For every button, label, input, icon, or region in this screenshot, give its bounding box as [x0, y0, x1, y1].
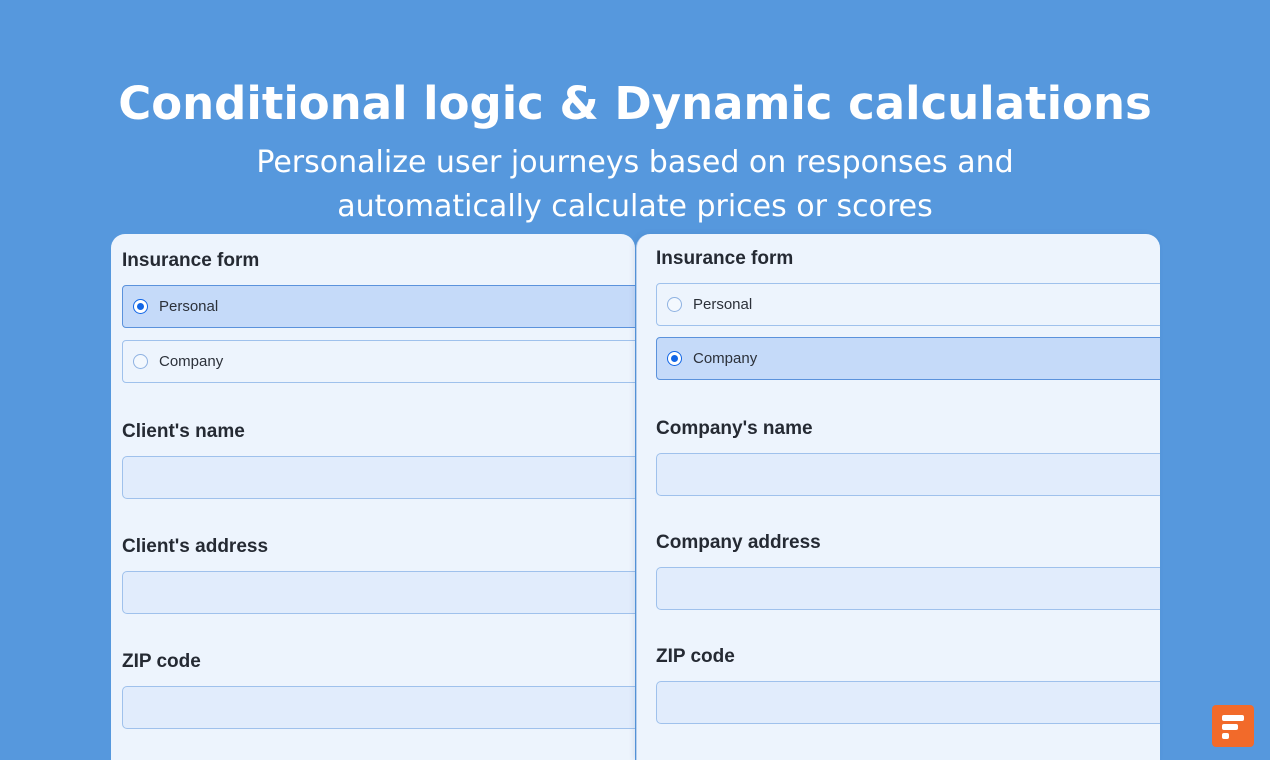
page-subheadline: Personalize user journeys based on respo…	[0, 141, 1270, 229]
radio-option-label: Company	[693, 350, 758, 367]
field-label-client-address: Client's address	[122, 536, 269, 557]
radio-option-personal[interactable]: Personal	[122, 285, 635, 328]
field-label-company-address: Company address	[656, 532, 821, 553]
field-label-company-name: Company's name	[656, 418, 813, 439]
radio-option-company[interactable]: Company	[656, 337, 1160, 380]
page-headline: Conditional logic & Dynamic calculations	[118, 77, 1152, 130]
form-title: Insurance form	[656, 248, 794, 269]
company-insurance-form-card: Insurance form Personal Company Company'…	[636, 234, 1160, 760]
company-name-input[interactable]	[656, 453, 1160, 496]
formaloo-logo-icon	[1212, 705, 1254, 747]
company-address-input[interactable]	[656, 567, 1160, 610]
field-label-zip-code: ZIP code	[122, 651, 201, 672]
radio-option-label: Personal	[159, 298, 219, 315]
zip-code-input[interactable]	[122, 686, 635, 729]
radio-option-personal[interactable]: Personal	[656, 283, 1160, 326]
radio-selected-icon[interactable]	[133, 299, 148, 314]
client-address-input[interactable]	[122, 571, 635, 614]
client-name-input[interactable]	[122, 456, 635, 499]
form-title: Insurance form	[122, 250, 260, 271]
radio-selected-icon[interactable]	[667, 351, 682, 366]
field-label-client-name: Client's name	[122, 421, 245, 442]
subheadline-line-2: automatically calculate prices or scores	[337, 189, 933, 224]
radio-option-label: Company	[159, 353, 224, 370]
radio-option-company[interactable]: Company	[122, 340, 635, 383]
radio-unselected-icon[interactable]	[133, 354, 148, 369]
radio-unselected-icon[interactable]	[667, 297, 682, 312]
zip-code-input[interactable]	[656, 681, 1160, 724]
field-label-zip-code: ZIP code	[656, 646, 735, 667]
subheadline-line-1: Personalize user journeys based on respo…	[256, 145, 1014, 180]
radio-option-label: Personal	[693, 296, 753, 313]
personal-insurance-form-card: Insurance form Personal Company Client's…	[111, 234, 635, 760]
